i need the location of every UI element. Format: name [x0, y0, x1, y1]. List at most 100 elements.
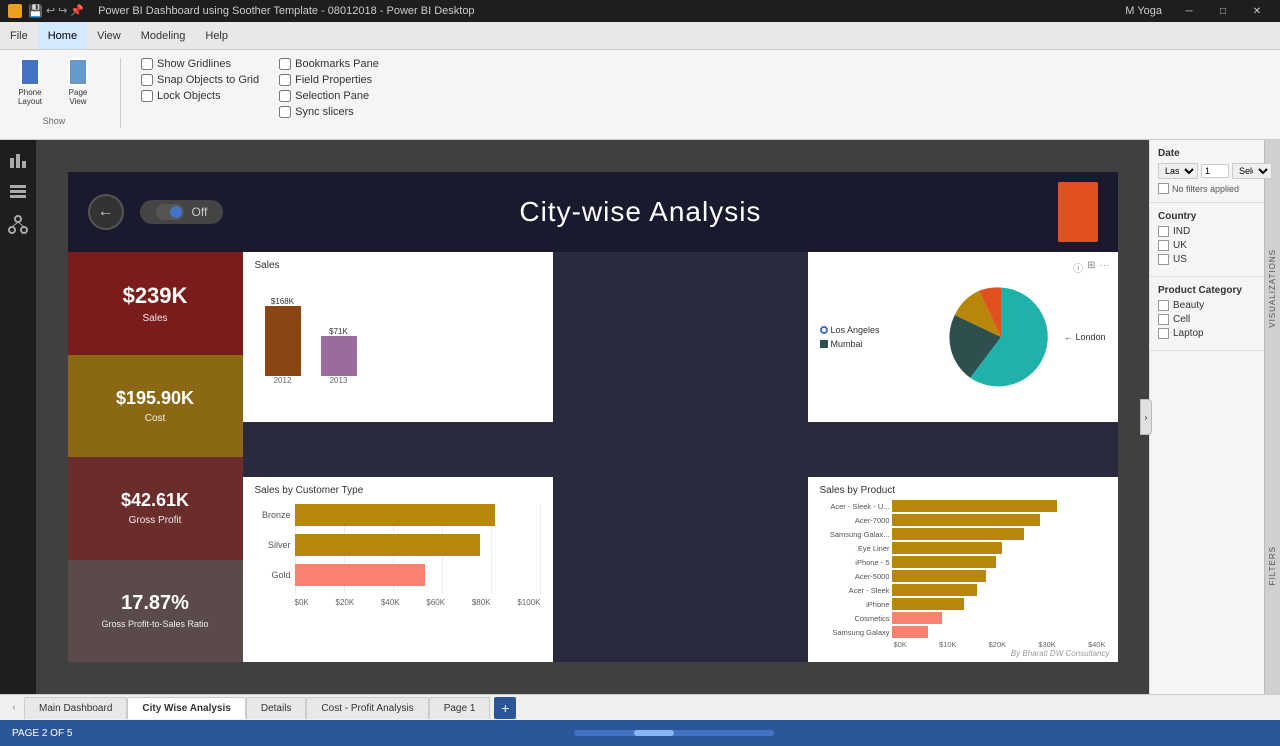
bar-2012: $168K 2012: [265, 297, 301, 385]
model-view-icon[interactable]: [6, 212, 30, 236]
orange-accent-box: [1058, 182, 1098, 242]
gold-bar: [295, 564, 425, 586]
bookmarks-pane-checkbox[interactable]: Bookmarks Pane: [279, 58, 379, 70]
country-us-check[interactable]: [1158, 254, 1169, 265]
menu-modeling[interactable]: Modeling: [131, 22, 196, 49]
product-row-6: Acer - Sleek: [820, 584, 1106, 596]
no-filters-label: No filters applied: [1172, 184, 1239, 194]
customer-x-axis: $0K $20K $40K $60K $80K $100K: [255, 598, 541, 607]
scroll-left-icon[interactable]: ‹: [4, 702, 24, 713]
more-icon[interactable]: ···: [1100, 260, 1110, 275]
sync-slicers-checkbox[interactable]: Sync slicers: [279, 106, 379, 118]
tab-main-dashboard[interactable]: Main Dashboard: [24, 697, 127, 719]
visualizations-tab[interactable]: VISUALIZATIONS: [1268, 241, 1277, 336]
date-value-input[interactable]: [1201, 164, 1229, 178]
kpi-ratio[interactable]: 17.87% Gross Profit-to-Sales Ratio: [68, 560, 243, 663]
title-bar-right: M Yoga ─ □ ✕: [1125, 0, 1272, 22]
product-beauty-label: Beauty: [1173, 300, 1204, 311]
date-last-select[interactable]: Last: [1158, 163, 1198, 179]
field-properties-checkbox[interactable]: Field Properties: [279, 74, 379, 86]
info-icon[interactable]: ⓘ: [1073, 260, 1083, 275]
la-indicator: [820, 326, 828, 334]
panel-collapse-button[interactable]: ›: [1140, 399, 1152, 435]
silver-bar: [295, 534, 480, 556]
pie-chart-controls: ⓘ ⊞ ···: [1073, 260, 1109, 275]
save-icon[interactable]: 💾: [28, 4, 43, 18]
dash-header: ← Off City-wise Analysis: [68, 172, 1118, 252]
bottom-tabs: ‹ Main Dashboard City Wise Analysis Deta…: [0, 694, 1280, 720]
customer-chart[interactable]: Sales by Customer Type Bronze: [243, 477, 553, 662]
maximize-button[interactable]: □: [1208, 0, 1238, 22]
show-gridlines-checkbox[interactable]: Show Gridlines: [141, 58, 259, 70]
add-tab-button[interactable]: +: [494, 697, 516, 719]
product-bars-area: Acer - Sleek - U... Acer-7000 Samsung Ga…: [820, 500, 1106, 638]
menu-view[interactable]: View: [87, 22, 131, 49]
sales-chart-title: Sales: [255, 260, 541, 271]
country-ind-check[interactable]: [1158, 226, 1169, 237]
product-laptop-check[interactable]: [1158, 328, 1169, 339]
close-button[interactable]: ✕: [1242, 0, 1272, 22]
customer-bar-gold: Gold: [255, 564, 541, 586]
ribbon-checkboxes-area: Show Gridlines Snap Objects to Grid Lock…: [141, 54, 379, 122]
redo-icon[interactable]: ↪: [58, 4, 67, 18]
data-view-icon[interactable]: [6, 180, 30, 204]
product-cell-label: Cell: [1173, 314, 1190, 325]
dashboard: ← Off City-wise Analysis $239K Sales $19…: [68, 172, 1118, 662]
toggle-label: Off: [192, 205, 208, 219]
credit-text: By Bharati DW Consultancy: [1011, 649, 1110, 658]
product-cell-check[interactable]: [1158, 314, 1169, 325]
focus-icon[interactable]: ⊞: [1087, 260, 1095, 275]
back-button[interactable]: ←: [88, 194, 124, 230]
undo-icon[interactable]: ↩: [46, 4, 55, 18]
product-row-1: Acer-7000: [820, 514, 1106, 526]
menu-file[interactable]: File: [0, 22, 38, 49]
sales-bar-area: $168K 2012 $71K 2013: [255, 275, 541, 385]
selection-pane-checkbox[interactable]: Selection Pane: [279, 90, 379, 102]
bar-2012-label: 2012: [274, 376, 292, 385]
tab-city-wise[interactable]: City Wise Analysis: [127, 697, 245, 719]
sales-chart[interactable]: Sales $168K 2012 $71K 2013: [243, 252, 553, 422]
date-section-title: Date: [1158, 148, 1256, 159]
tab-cost-profit[interactable]: Cost - Profit Analysis: [306, 697, 428, 719]
snap-objects-checkbox[interactable]: Snap Objects to Grid: [141, 74, 259, 86]
minimize-button[interactable]: ─: [1174, 0, 1204, 22]
product-chart[interactable]: Sales by Product Acer - Sleek - U... Ace…: [808, 477, 1118, 662]
bar-2013-label: 2013: [330, 376, 348, 385]
product-row-9: Samsung Galaxy: [820, 626, 1106, 638]
menu-help[interactable]: Help: [195, 22, 238, 49]
customer-bars-area: Bronze Silver Gold: [255, 504, 541, 594]
lock-objects-checkbox[interactable]: Lock Objects: [141, 90, 259, 102]
product-beauty-check[interactable]: [1158, 300, 1169, 311]
phone-layout-button[interactable]: Phone Layout: [8, 54, 52, 110]
pin-icon[interactable]: 📌: [70, 4, 84, 18]
kpi-gross-profit[interactable]: $42.61K Gross Profit: [68, 457, 243, 560]
right-panel: › Date Last Select No filters applied Co…: [1149, 140, 1264, 694]
product-row-8: Cosmetics: [820, 612, 1106, 624]
dashboard-title: City-wise Analysis: [223, 196, 1057, 228]
product-category-section: Product Category Beauty Cell Laptop: [1150, 277, 1264, 351]
country-us-label: US: [1173, 254, 1187, 265]
date-section: Date Last Select No filters applied: [1150, 140, 1264, 203]
country-uk-check[interactable]: [1158, 240, 1169, 251]
window-title: Power BI Dashboard using Soother Templat…: [98, 5, 474, 17]
page-view-button[interactable]: PageView: [56, 54, 100, 110]
date-period-select[interactable]: Select: [1232, 163, 1272, 179]
bronze-label: Bronze: [255, 510, 291, 520]
no-filters-icon: [1158, 183, 1169, 194]
kpi-cost[interactable]: $195.90K Cost: [68, 355, 243, 458]
title-bar-left: 💾 ↩ ↪ 📌 Power BI Dashboard using Soother…: [8, 4, 475, 18]
kpi-column: $239K Sales $195.90K Cost $42.61K Gross …: [68, 252, 243, 662]
kpi-sales[interactable]: $239K Sales: [68, 252, 243, 355]
pie-label-la: Los Angeles: [820, 325, 938, 335]
pie-chart-content: Los Angeles Mumbai: [816, 260, 1110, 414]
report-view-icon[interactable]: [6, 148, 30, 172]
product-beauty-row: Beauty: [1158, 300, 1256, 311]
kpi-ratio-label: Gross Profit-to-Sales Ratio: [97, 619, 212, 629]
tab-page1[interactable]: Page 1: [429, 697, 491, 719]
pie-chart[interactable]: ⓘ ⊞ ··· Los Angeles Mumbai: [808, 252, 1118, 422]
menu-home[interactable]: Home: [38, 22, 87, 49]
tab-details[interactable]: Details: [246, 697, 307, 719]
filters-tab[interactable]: FILTERS: [1268, 538, 1277, 593]
toggle-switch[interactable]: Off: [140, 200, 224, 224]
scroll-thumb[interactable]: [634, 730, 674, 736]
